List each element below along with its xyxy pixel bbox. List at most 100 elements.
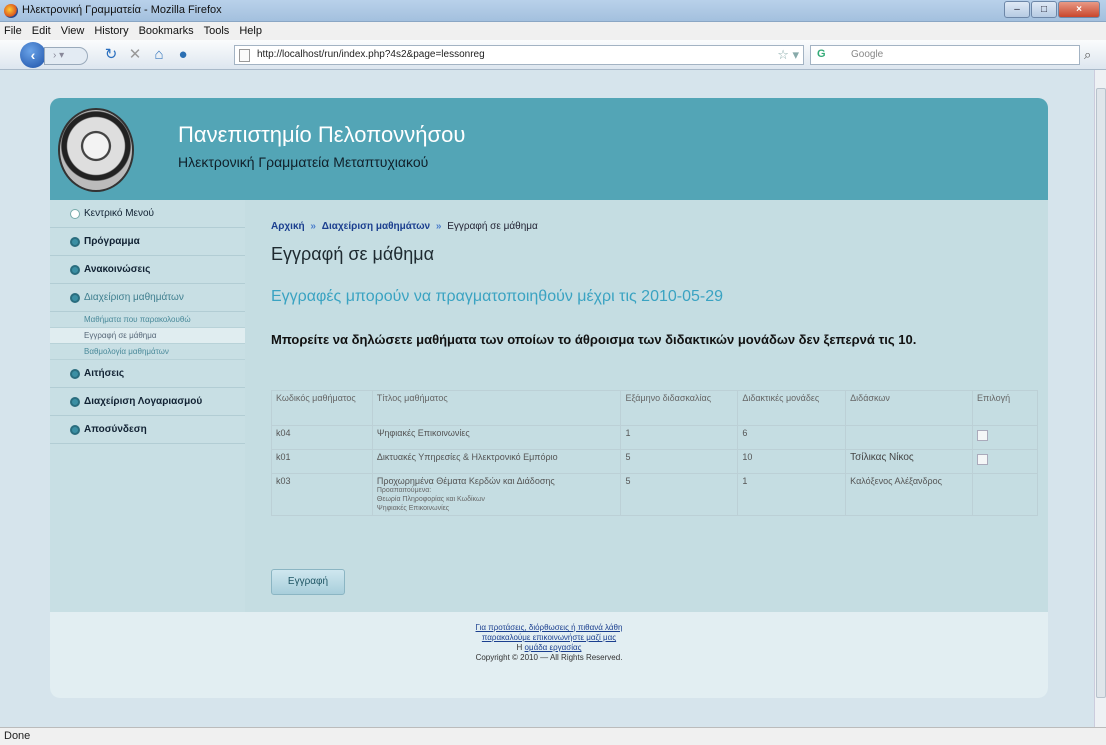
course-title-cell: Προχωρημένα Θέματα Κερδών και Διάδοσης Π…	[371, 473, 622, 516]
page-container: Πανεπιστημίο Πελοποννήσου Ηλεκτρονική Γρ…	[50, 98, 1048, 698]
sidebar-item-label: Διαχείριση Λογαριασμού	[84, 396, 203, 407]
table-row: k04 Ψηφιακές Επικοινωνίες 1 6	[271, 425, 1038, 450]
bullet-icon	[70, 265, 80, 275]
course-code: k04	[271, 425, 373, 450]
table-header-row: Κωδικός μαθήματος Τίτλος μαθήματος Εξάμη…	[271, 390, 1038, 426]
col-title-header: Τίτλος μαθήματος	[371, 390, 622, 426]
sidebar-item-announcements[interactable]: Ανακοινώσεις	[50, 256, 245, 284]
col-select-header: Επιλογή	[972, 390, 1038, 426]
sidebar-item-main-menu[interactable]: Κεντρικό Μενού	[50, 200, 245, 228]
page-icon	[239, 49, 250, 62]
sidebar-item-label: Αποσύνδεση	[84, 424, 147, 435]
bullet-icon	[70, 369, 80, 379]
course-teacher	[845, 425, 973, 450]
sidebar-subitem-my-courses[interactable]: Μαθήματα που παρακολουθώ	[50, 312, 245, 328]
back-button[interactable]: ‹	[20, 42, 46, 68]
sidebar-subitem-course-registration[interactable]: Εγγραφή σε μάθημα	[50, 328, 245, 344]
lessons-table: Κωδικός μαθήματος Τίτλος μαθήματος Εξάμη…	[271, 390, 1038, 516]
course-title: Δικτυακές Υπηρεσίες & Ηλεκτρονικό Εμπόρι…	[371, 449, 622, 474]
sidebar: Κεντρικό Μενού Πρόγραμμα Ανακοινώσεις Δι…	[50, 200, 245, 612]
star-icon[interactable]: ☆ ▾	[777, 47, 799, 63]
breadcrumb-home-link[interactable]: Αρχική	[271, 221, 305, 232]
bullet-icon	[70, 425, 80, 435]
browser-viewport: Πανεπιστημίο Πελοποννήσου Ηλεκτρονική Γρ…	[0, 70, 1094, 727]
select-cell	[972, 473, 1038, 516]
bullet-icon	[70, 293, 80, 303]
select-cell	[972, 425, 1038, 450]
course-units: 10	[737, 449, 847, 474]
bullet-icon	[70, 237, 80, 247]
table-row: k01 Δικτυακές Υπηρεσίες & Ηλεκτρονικό Εμ…	[271, 449, 1038, 474]
reload-icon[interactable]: ↻	[102, 46, 120, 64]
select-checkbox[interactable]	[977, 454, 988, 465]
menu-view[interactable]: View	[61, 22, 85, 40]
status-text: Done	[4, 730, 31, 742]
footer-team-prefix: Η	[516, 643, 523, 652]
sidebar-item-label: Ανακοινώσεις	[84, 264, 151, 275]
sidebar-subitem-grades[interactable]: Βαθμολογία μαθημάτων	[50, 344, 245, 360]
address-bar[interactable]: http://localhost/run/index.php?4s2&page=…	[234, 45, 804, 65]
menu-history[interactable]: History	[94, 22, 128, 40]
maximize-button[interactable]: □	[1031, 1, 1057, 18]
course-semester: 5	[620, 473, 739, 516]
prerequisite-item: Θεωρία Πληροφορίας και Κωδίκων	[376, 496, 485, 503]
breadcrumb-current: Εγγραφή σε μάθημα	[447, 221, 538, 232]
search-placeholder: Google	[851, 49, 884, 60]
col-units-header: Διδακτικές μονάδες	[737, 390, 847, 426]
minimize-button[interactable]: –	[1004, 1, 1030, 18]
menu-edit[interactable]: Edit	[32, 22, 51, 40]
breadcrumb-separator: »	[435, 221, 442, 232]
prerequisite-item: Ψηφιακές Επικοινωνίες	[376, 505, 450, 512]
bookmark-toolbar-icon[interactable]: ●	[174, 46, 192, 64]
vertical-scrollbar[interactable]	[1094, 70, 1106, 727]
status-bar: Done	[0, 727, 1106, 745]
radio-icon	[70, 209, 80, 219]
window-titlebar: Ηλεκτρονική Γραμματεία - Mozilla Firefox…	[0, 0, 1106, 22]
menu-tools[interactable]: Tools	[204, 22, 230, 40]
sidebar-item-label: Διαχείριση μαθημάτων	[84, 292, 184, 303]
menu-bookmarks[interactable]: Bookmarks	[139, 22, 194, 40]
sidebar-item-label: Κεντρικό Μενού	[84, 208, 155, 219]
prerequisites-label: Προαπαιτούμενα:	[376, 487, 432, 494]
footer-contact-link[interactable]: παρακαλούμε επικοινωνήστε μαζί μας	[50, 633, 1048, 643]
register-button[interactable]: Εγγραφή	[271, 569, 345, 595]
search-bar[interactable]: G Google	[810, 45, 1080, 65]
breadcrumb-course-management-link[interactable]: Διαχείριση μαθημάτων	[322, 221, 430, 232]
firefox-icon	[4, 4, 18, 18]
footer-copyright: Copyright © 2010 — All Rights Reserved.	[475, 653, 623, 662]
window-title: Ηλεκτρονική Γραμματεία - Mozilla Firefox	[22, 4, 222, 16]
scrollbar-thumb[interactable]	[1096, 88, 1106, 698]
sidebar-item-applications[interactable]: Αιτήσεις	[50, 360, 245, 388]
course-title: Προχωρημένα Θέματα Κερδών και Διάδοσης	[376, 476, 555, 486]
course-units: 1	[737, 473, 847, 516]
home-icon[interactable]: ⌂	[150, 46, 168, 64]
url-text: http://localhost/run/index.php?4s2&page=…	[257, 49, 485, 60]
navigation-toolbar: ‹ › ▾ ↻ ✕ ⌂ ● http://localhost/run/index…	[0, 40, 1106, 70]
sidebar-item-schedule[interactable]: Πρόγραμμα	[50, 228, 245, 256]
sidebar-item-logout[interactable]: Αποσύνδεση	[50, 416, 245, 444]
course-teacher: Καλόξενος Αλέξανδρος	[845, 473, 973, 516]
university-logo	[58, 108, 134, 192]
footer-team-link[interactable]: ομάδα εργασίας	[525, 643, 582, 652]
search-icon[interactable]: ⌕	[1084, 47, 1091, 63]
sidebar-item-course-management[interactable]: Διαχείριση μαθημάτων	[50, 284, 245, 312]
footer-feedback-link[interactable]: Για προτάσεις, διόρθωσεις ή πιθανά λάθη	[50, 623, 1048, 633]
course-units: 6	[737, 425, 847, 450]
menu-file[interactable]: File	[4, 22, 22, 40]
menu-help[interactable]: Help	[239, 22, 262, 40]
window-controls: – □ ×	[1004, 1, 1100, 18]
course-code: k01	[271, 449, 373, 474]
close-button[interactable]: ×	[1058, 1, 1100, 18]
col-semester-header: Εξάμηνο διδασκαλίας	[620, 390, 739, 426]
col-teacher-header: Διδάσκων	[845, 390, 973, 426]
search-engine-icon[interactable]: G	[817, 48, 826, 60]
breadcrumb: Αρχική » Διαχείριση μαθημάτων » Εγγραφή …	[271, 221, 538, 232]
page-title: Εγγραφή σε μάθημα	[271, 244, 435, 264]
footer-team-line: Η ομάδα εργασίας	[50, 643, 1048, 653]
sidebar-item-account-management[interactable]: Διαχείριση Λογαριασμού	[50, 388, 245, 416]
col-code-header: Κωδικός μαθήματος	[271, 390, 373, 426]
course-teacher: Τσίλικας Νίκος	[845, 449, 973, 474]
forward-button[interactable]: › ▾	[44, 47, 88, 65]
select-checkbox[interactable]	[977, 430, 988, 441]
stop-icon[interactable]: ✕	[126, 46, 144, 64]
